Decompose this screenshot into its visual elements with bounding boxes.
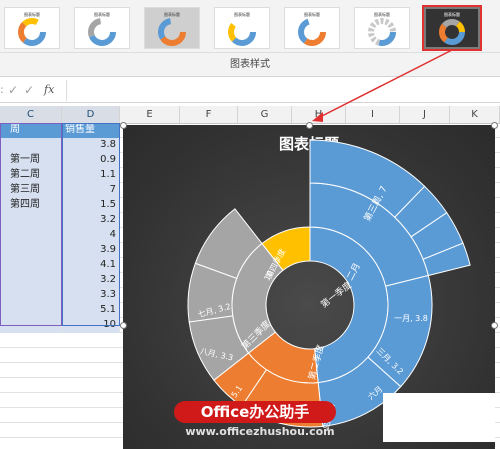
chart-resize-handle-right[interactable] bbox=[491, 322, 498, 329]
chart-style-5[interactable]: 图表标题 bbox=[284, 7, 340, 49]
cancel-icon[interactable]: ✓ bbox=[8, 82, 18, 98]
chart-style-1[interactable]: 图表标题 bbox=[4, 7, 60, 49]
column-header-i[interactable]: I bbox=[346, 106, 400, 123]
cell-week[interactable] bbox=[0, 318, 62, 333]
formula-bar: : ✓ ✓ fx bbox=[0, 78, 500, 103]
column-headers: CDEFGHIJK bbox=[0, 106, 500, 124]
cell-sales[interactable]: 4.1 bbox=[62, 258, 120, 273]
chart-resize-handle-top-right[interactable] bbox=[491, 122, 498, 129]
cell-sales[interactable]: 10 bbox=[62, 318, 120, 333]
column-header-h[interactable]: H bbox=[292, 106, 346, 123]
svg-text:图表标题: 图表标题 bbox=[24, 11, 40, 17]
svg-text:图表标题: 图表标题 bbox=[234, 11, 250, 17]
chart-style-3[interactable]: 图表标题 bbox=[144, 7, 200, 49]
label-jan: 一月, 3.8 bbox=[394, 314, 428, 323]
cell-week[interactable] bbox=[0, 228, 62, 243]
chart-resize-handle-top-left[interactable] bbox=[120, 122, 127, 129]
column-header-j[interactable]: J bbox=[400, 106, 450, 123]
cell-sales[interactable]: 1.5 bbox=[62, 198, 120, 213]
cell-week[interactable]: 第四周 bbox=[0, 198, 62, 213]
svg-text:图表标题: 图表标题 bbox=[374, 11, 390, 17]
chart-style-2[interactable]: 图表标题 bbox=[74, 7, 130, 49]
chart-resize-handle-top[interactable] bbox=[306, 122, 313, 129]
svg-text:图表标题: 图表标题 bbox=[304, 11, 320, 17]
column-header-k[interactable]: K bbox=[450, 106, 500, 123]
enter-icon[interactable]: ✓ bbox=[24, 82, 34, 98]
cell-sales[interactable]: 0.9 bbox=[62, 153, 120, 168]
ribbon: 图表标题 图表标题 图表标题 图表标题 图表标题 图表标题 图表标题 图表样式 bbox=[0, 0, 500, 77]
header-cell-sales[interactable]: 销售量 bbox=[62, 123, 120, 138]
cell-week[interactable] bbox=[0, 243, 62, 258]
watermark-badge: Office办公助手 bbox=[174, 401, 336, 423]
cell-sales[interactable]: 1.1 bbox=[62, 168, 120, 183]
cell-week[interactable] bbox=[0, 258, 62, 273]
cell-sales[interactable]: 4 bbox=[62, 228, 120, 243]
chart-style-7[interactable]: 图表标题 bbox=[424, 7, 480, 49]
formula-bar-separator: : bbox=[0, 83, 4, 96]
label-q1: 第一季度 bbox=[318, 279, 354, 311]
cell-week[interactable] bbox=[0, 138, 62, 153]
cell-week[interactable]: 第三周 bbox=[0, 183, 62, 198]
cell-sales[interactable]: 3.2 bbox=[62, 273, 120, 288]
svg-text:图表标题: 图表标题 bbox=[94, 11, 110, 17]
cell-week[interactable]: 第一周 bbox=[0, 153, 62, 168]
cell-sales[interactable]: 3.8 bbox=[62, 138, 120, 153]
cell-sales[interactable]: 7 bbox=[62, 183, 120, 198]
cell-week[interactable]: 第二周 bbox=[0, 168, 62, 183]
cell-week[interactable] bbox=[0, 273, 62, 288]
chart-resize-handle-left[interactable] bbox=[120, 322, 127, 329]
header-cell-week[interactable]: 周 bbox=[0, 123, 62, 138]
insert-function-icon[interactable]: fx bbox=[44, 82, 54, 98]
chart-style-4[interactable]: 图表标题 bbox=[214, 7, 270, 49]
column-header-d[interactable]: D bbox=[62, 106, 120, 123]
watermark-url: www.officezhushou.com bbox=[185, 425, 335, 438]
cell-week[interactable] bbox=[0, 303, 62, 318]
cell-sales[interactable]: 3.3 bbox=[62, 288, 120, 303]
cell-sales[interactable]: 5.1 bbox=[62, 303, 120, 318]
ribbon-divider bbox=[0, 52, 500, 53]
cell-week[interactable] bbox=[0, 288, 62, 303]
column-header-e[interactable]: E bbox=[120, 106, 180, 123]
chart-style-6[interactable]: 图表标题 bbox=[354, 7, 410, 49]
chart-styles-group-label: 图表样式 bbox=[230, 59, 270, 70]
svg-text:图表标题: 图表标题 bbox=[444, 11, 460, 17]
cell-week[interactable] bbox=[0, 213, 62, 228]
overlay-blank-box bbox=[383, 393, 495, 442]
cell-sales[interactable]: 3.2 bbox=[62, 213, 120, 228]
svg-text:图表标题: 图表标题 bbox=[164, 11, 180, 17]
column-header-c[interactable]: C bbox=[0, 106, 62, 123]
column-header-f[interactable]: F bbox=[180, 106, 238, 123]
column-header-g[interactable]: G bbox=[238, 106, 292, 123]
cell-sales[interactable]: 3.9 bbox=[62, 243, 120, 258]
formula-input[interactable] bbox=[66, 80, 500, 101]
